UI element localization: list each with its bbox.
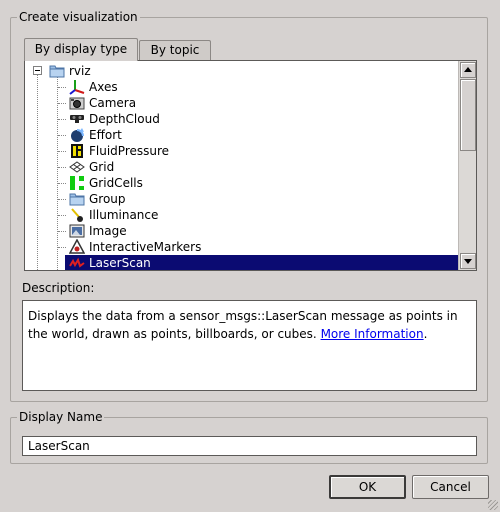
tree-item-label: Camera (89, 96, 137, 110)
ok-button[interactable]: OK (329, 475, 406, 499)
display-name-title: Display Name (17, 410, 105, 425)
description-label: Description: (22, 281, 95, 295)
folder-icon (69, 191, 85, 207)
tree-item-camera[interactable]: Camera (25, 95, 458, 111)
tree-item-laserscan[interactable]: LaserScan (65, 255, 458, 270)
tab-by-display-type-label: By display type (34, 42, 128, 56)
illuminance-icon (69, 207, 85, 223)
tree-item-label: GridCells (89, 176, 143, 190)
tree-item-label: DepthCloud (89, 112, 160, 126)
tree-item-label: Effort (89, 128, 122, 142)
tab-by-display-type[interactable]: By display type (24, 38, 138, 61)
interactive-markers-icon (68, 238, 86, 255)
tree-item-grid[interactable]: Grid (25, 159, 458, 175)
tree-item-label: Axes (89, 80, 118, 94)
display-name-input[interactable]: LaserScan (22, 436, 477, 456)
tree-item-axes[interactable]: Axes (25, 79, 458, 95)
tree-item-label: Illuminance (89, 208, 159, 222)
depthcloud-icon (69, 111, 85, 127)
tab-by-topic-label: By topic (150, 43, 200, 57)
scroll-up-button[interactable] (460, 62, 476, 78)
image-icon (69, 223, 85, 239)
scroll-thumb[interactable] (460, 79, 476, 151)
description-end: . (423, 327, 428, 341)
gridcells-icon (69, 175, 85, 191)
tree-scrollbar[interactable] (458, 61, 476, 270)
resize-grip[interactable] (488, 500, 498, 510)
tree-root-rviz[interactable]: rviz (25, 63, 458, 79)
arrow-down-icon (464, 259, 472, 264)
effort-icon (69, 127, 85, 143)
tree-item-label: LaserScan (89, 256, 151, 270)
tree-item-label: FluidPressure (89, 144, 170, 158)
create-visualization-title: Create visualization (17, 10, 140, 25)
more-information-link[interactable]: More Information (321, 327, 424, 341)
arrow-up-icon (464, 67, 472, 72)
tree-item-label: Image (89, 224, 127, 238)
grid-icon (69, 159, 85, 175)
tree-item-depthcloud[interactable]: DepthCloud (25, 111, 458, 127)
tree-item-label: Group (89, 192, 126, 206)
tree-item-image[interactable]: Image (25, 223, 458, 239)
fluid-pressure-icon (69, 143, 85, 159)
laserscan-icon (69, 255, 85, 270)
tree-item-group[interactable]: Group (25, 191, 458, 207)
tree-root-label: rviz (69, 64, 91, 78)
display-type-tree[interactable]: rviz Axes Camera DepthCloud Effort Fluid… (24, 60, 477, 271)
tree-item-fluidpressure[interactable]: FluidPressure (25, 143, 458, 159)
tree-item-gridcells[interactable]: GridCells (25, 175, 458, 191)
axes-icon (69, 79, 85, 95)
collapse-icon[interactable] (29, 63, 45, 79)
tab-by-topic[interactable]: By topic (139, 40, 211, 60)
description-box: Displays the data from a sensor_msgs::La… (22, 300, 477, 391)
tree-item-illuminance[interactable]: Illuminance (25, 207, 458, 223)
tree-item-interactivemarkers[interactable]: InteractiveMarkers (25, 238, 458, 255)
folder-icon (49, 63, 65, 79)
cancel-button[interactable]: Cancel (412, 475, 489, 499)
tree-item-label: Grid (89, 160, 115, 174)
tree-item-label: InteractiveMarkers (89, 240, 202, 254)
scroll-down-button[interactable] (460, 253, 476, 269)
tree-item-effort[interactable]: Effort (25, 127, 458, 143)
camera-icon (69, 95, 85, 111)
